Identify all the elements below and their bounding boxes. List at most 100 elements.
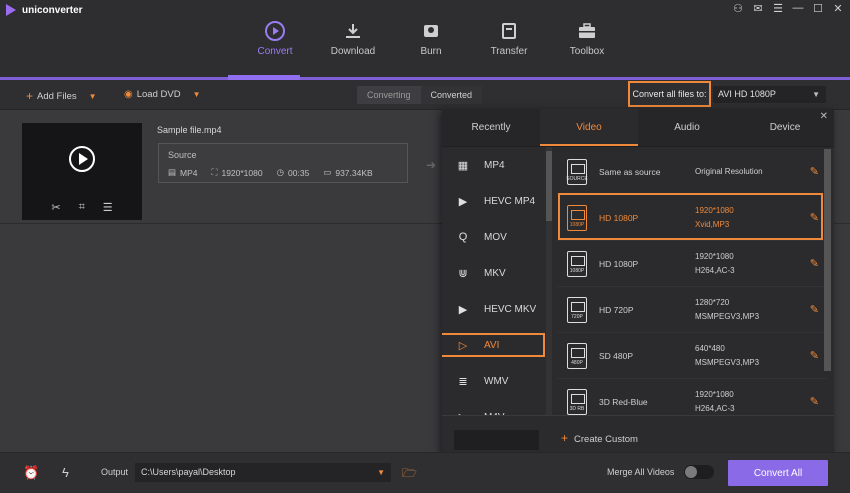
edit-icon[interactable]: ✎ — [810, 257, 819, 270]
edit-icon[interactable]: ✎ — [810, 211, 819, 224]
source-meta: ▤ MP4 ⛶ 1920*1080 ◷ 00:35 ▭ 937.34KB — [168, 167, 373, 178]
tab-audio[interactable]: Audio — [638, 109, 736, 146]
edit-icon[interactable]: ✎ — [810, 395, 819, 408]
source-duration: ◷ 00:35 — [277, 167, 310, 178]
nav-tab-label: Toolbox — [569, 46, 605, 57]
preset-item[interactable]: 3D RB 3D Red-Blue 1920*1080 H264,AC-3 ✎ — [557, 379, 827, 415]
category-item[interactable]: ▶M4V — [442, 399, 546, 416]
chevron-down-icon[interactable]: ▼ — [89, 92, 97, 101]
edit-icon[interactable]: ✎ — [810, 349, 819, 362]
mkv-icon: ⋓ — [458, 267, 468, 280]
preset-item[interactable]: 720P HD 720P 1280*720 MSMPEGV3,MP3 ✎ — [557, 287, 827, 333]
app-logo: uniconverter — [6, 4, 83, 16]
output-format-select[interactable]: AVI HD 1080P ▼ — [713, 86, 826, 103]
preset-scrollbar[interactable] — [824, 149, 831, 371]
tab-converted[interactable]: Converted — [420, 86, 483, 104]
minimize-icon[interactable]: — — [792, 2, 804, 15]
edit-icon[interactable]: ✎ — [810, 165, 819, 178]
load-dvd-button[interactable]: ◉ Load DVD ▼ — [124, 89, 201, 100]
merge-toggle[interactable] — [684, 465, 714, 479]
transfer-icon — [470, 20, 548, 42]
output-path-select[interactable]: C:\Users\payal\Desktop ▼ — [135, 463, 391, 482]
scrollbar-thumb[interactable] — [546, 151, 552, 221]
preset-item[interactable]: 1080P HD 1080P 1920*1080 Xvid,MP3 ✎ — [557, 195, 827, 241]
preset-line2: MSMPEGV3,MP3 — [695, 311, 760, 321]
close-icon[interactable]: ✕ — [820, 111, 828, 122]
preset-tag: SOURCE — [566, 175, 588, 182]
nav-tab-label: Download — [330, 46, 376, 57]
duration-value: 00:35 — [288, 167, 310, 178]
window-controls: ⚇ ✉ ☰ — ☐ ✕ — [732, 2, 844, 15]
close-icon[interactable]: ✕ — [832, 2, 844, 15]
chevron-down-icon[interactable]: ▼ — [193, 90, 201, 99]
preset-list: SOURCE Same as source Original Resolution ✎… — [557, 149, 827, 415]
edit-icon[interactable]: ✎ — [810, 303, 819, 316]
preset-line1: 1920*1080 — [695, 251, 734, 261]
preset-item[interactable]: SOURCE Same as source Original Resolution ✎ — [557, 149, 827, 195]
resolution-icon: ⛶ — [211, 167, 218, 177]
category-item[interactable]: Q MOV — [442, 219, 546, 255]
play-icon[interactable] — [69, 146, 95, 172]
trim-icon[interactable]: ✂ — [51, 201, 60, 214]
bottom-bar: ⏰ ϟ Output C:\Users\payal\Desktop ▼ 🗁 Me… — [0, 452, 850, 493]
tab-video[interactable]: Video — [540, 109, 638, 146]
add-files-label: Add Files — [37, 90, 77, 102]
toolbox-icon — [548, 20, 626, 42]
custom-search-field[interactable] — [454, 430, 539, 450]
maximize-icon[interactable]: ☐ — [812, 2, 824, 15]
feedback-icon[interactable]: ✉ — [752, 2, 764, 15]
preset-tag: 1080P — [569, 267, 585, 274]
nav-tab-label: Burn — [420, 46, 442, 57]
category-item[interactable]: ▶ HEVC MKV — [442, 291, 546, 327]
category-item[interactable]: ⋓ MKV — [442, 255, 546, 291]
chevron-down-icon: ▼ — [377, 468, 385, 477]
category-item[interactable]: ▶ HEVC MP4 — [442, 183, 546, 219]
convert-all-button[interactable]: Convert All — [728, 460, 828, 486]
preset-name: HD 720P — [599, 304, 634, 315]
video-file-icon: 1080P — [567, 204, 587, 231]
category-label: MP4 — [484, 159, 505, 171]
preset-line1: 640*480 — [695, 343, 725, 353]
video-thumbnail[interactable]: ✂ ⌗ ☰ — [22, 123, 142, 220]
nav-tab-convert[interactable]: Convert — [236, 20, 314, 57]
tab-converting[interactable]: Converting — [357, 86, 421, 104]
preset-line2: MSMPEGV3,MP3 — [695, 357, 760, 367]
source-label: Source — [168, 150, 197, 160]
size-value: 937.34KB — [335, 167, 373, 178]
video-file-icon: 720P — [567, 296, 587, 323]
preset-desc: 1920*1080 H264,AC-3 — [695, 250, 735, 278]
preset-item[interactable]: 1080P HD 1080P 1920*1080 H264,AC-3 ✎ — [557, 241, 827, 287]
effects-icon[interactable]: ☰ — [103, 201, 113, 214]
category-label: MKV — [484, 267, 506, 279]
source-resolution: ⛶ 1920*1080 — [212, 167, 263, 178]
preset-desc: 640*480 MSMPEGV3,MP3 — [695, 342, 759, 370]
nav-tab-toolbox[interactable]: Toolbox — [548, 20, 626, 57]
nav-tab-burn[interactable]: Burn — [392, 20, 470, 57]
preset-item[interactable]: 480P SD 480P 640*480 MSMPEGV3,MP3 ✎ — [557, 333, 827, 379]
video-file-icon: 3D RB — [567, 388, 587, 415]
user-icon[interactable]: ⚇ — [732, 2, 744, 15]
category-item[interactable]: ▷ AVI — [442, 327, 546, 363]
menu-icon[interactable]: ☰ — [772, 2, 784, 15]
lightning-icon[interactable]: ϟ — [62, 465, 69, 480]
alarm-clock-icon[interactable]: ⏰ — [23, 465, 39, 481]
category-item[interactable]: ≣ WMV — [442, 363, 546, 399]
wmv-icon: ≣ — [458, 375, 468, 388]
preset-line1: 1280*720 — [695, 297, 730, 307]
scrollbar-thumb[interactable] — [824, 149, 831, 371]
create-custom-button[interactable]: + Create Custom — [561, 431, 638, 445]
output-label: Output — [101, 467, 129, 477]
preset-tag: 480P — [571, 359, 583, 366]
toggle-knob — [685, 466, 697, 478]
open-folder-icon[interactable]: 🗁 — [402, 464, 417, 485]
tab-recently[interactable]: Recently — [442, 109, 540, 146]
preset-line1: 1920*1080 — [695, 389, 734, 399]
nav-tab-transfer[interactable]: Transfer — [470, 20, 548, 57]
category-scrollbar[interactable] — [546, 147, 552, 415]
nav-tab-download[interactable]: Download — [314, 20, 392, 57]
category-item[interactable]: ▦ MP4 — [442, 147, 546, 183]
add-files-button[interactable]: + Add Files ▼ — [26, 89, 97, 103]
crop-icon[interactable]: ⌗ — [79, 201, 85, 214]
preset-desc: 1920*1080 H264,AC-3 — [695, 388, 735, 416]
plus-icon: + — [26, 89, 34, 103]
